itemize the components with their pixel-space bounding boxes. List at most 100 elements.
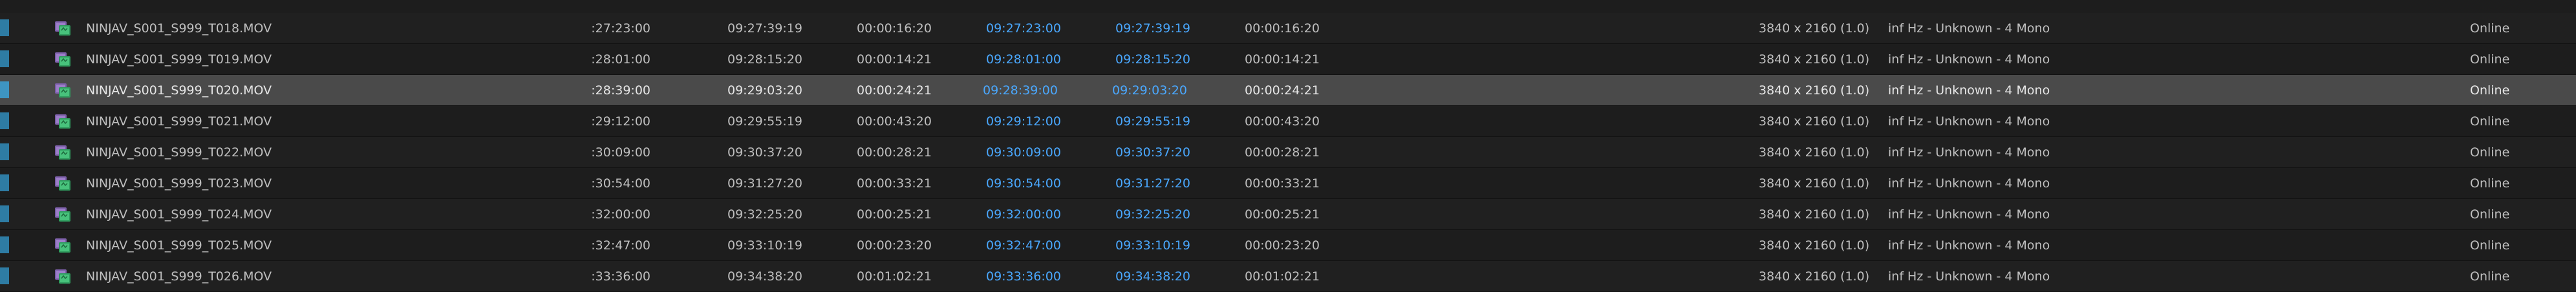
- video-info: 3840 x 2160 (1.0): [1759, 238, 1870, 253]
- video-audio-clip-icon: [55, 207, 70, 222]
- status: Online: [2470, 145, 2510, 160]
- clip-row-3[interactable]: NINJAV_S001_S999_T019.MOV 09:28:01:00 09…: [0, 44, 2576, 75]
- duration: 00:01:02:21: [1245, 269, 1320, 284]
- media-end-timecode: 09:33:10:19: [727, 238, 802, 253]
- media-start-timecode: 09:28:01:00: [591, 52, 650, 67]
- duration: 00:00:16:20: [1245, 21, 1320, 36]
- project-clip-list: NINJAV_S001_S999_T017.MOV 09:26:31:00 09…: [0, 0, 2576, 292]
- media-end-timecode: 09:28:15:20: [727, 52, 802, 67]
- out-point-timecode[interactable]: 09:32:25:20: [1115, 199, 1190, 230]
- video-info: 3840 x 2160 (1.0): [1759, 176, 1870, 191]
- audio-info: inf Hz - Unknown - 4 Mono: [1888, 269, 2050, 284]
- video-audio-clip-icon: [55, 176, 70, 191]
- clip-name: NINJAV_S001_S999_T021.MOV: [86, 114, 272, 129]
- label-color-swatch[interactable]: [0, 112, 9, 129]
- in-point-timecode[interactable]: 09:32:47:00: [986, 230, 1061, 261]
- video-info: 3840 x 2160 (1.0): [1759, 145, 1870, 160]
- media-duration: 00:01:02:21: [857, 269, 932, 284]
- video-audio-clip-icon: [55, 269, 70, 284]
- status: Online: [2470, 269, 2510, 284]
- out-point-timecode[interactable]: 09:31:27:20: [1115, 168, 1190, 199]
- video-audio-clip-icon: [55, 238, 70, 253]
- out-point-timecode[interactable]: 09:29:03:20: [1112, 75, 1187, 106]
- video-info: 3840 x 2160 (1.0): [1759, 269, 1870, 284]
- media-start-timecode: 09:32:00:00: [591, 207, 650, 222]
- out-point-timecode[interactable]: 09:34:38:20: [1115, 261, 1190, 292]
- video-audio-clip-icon: [55, 114, 70, 129]
- audio-info: inf Hz - Unknown - 4 Mono: [1888, 21, 2050, 36]
- status: Online: [2470, 176, 2510, 191]
- label-color-swatch[interactable]: [0, 267, 9, 284]
- clip-row-10[interactable]: NINJAV_S001_S999_T026.MOV 09:33:36:00 09…: [0, 261, 2576, 292]
- in-point-timecode[interactable]: 09:30:09:00: [986, 137, 1061, 168]
- audio-info: inf Hz - Unknown - 4 Mono: [1888, 207, 2050, 222]
- media-start-timecode: 09:30:54:00: [591, 176, 650, 191]
- media-end-timecode: 09:34:38:20: [727, 269, 802, 284]
- clip-name: NINJAV_S001_S999_T026.MOV: [86, 269, 272, 284]
- video-audio-clip-icon: [55, 21, 70, 36]
- duration: 00:00:33:21: [1245, 176, 1320, 191]
- in-point-timecode[interactable]: 09:29:12:00: [986, 106, 1061, 137]
- media-start-timecode: 09:33:36:00: [591, 269, 650, 284]
- clip-row-7[interactable]: NINJAV_S001_S999_T023.MOV 09:30:54:00 09…: [0, 168, 2576, 199]
- label-color-swatch[interactable]: [0, 81, 9, 98]
- out-point-timecode[interactable]: 09:28:15:20: [1115, 44, 1190, 75]
- clip-name: NINJAV_S001_S999_T023.MOV: [86, 176, 272, 191]
- status: Online: [2470, 83, 2510, 98]
- video-info: 3840 x 2160 (1.0): [1759, 114, 1870, 129]
- media-end-timecode: 09:30:37:20: [727, 145, 802, 160]
- in-point-timecode[interactable]: 09:27:23:00: [986, 13, 1061, 44]
- status: Online: [2470, 52, 2510, 67]
- clip-row-4[interactable]: NINJAV_S001_S999_T020.MOV 09:28:39:00 09…: [0, 75, 2576, 106]
- label-color-swatch[interactable]: [0, 236, 9, 253]
- label-color-swatch[interactable]: [0, 50, 9, 67]
- in-point-timecode[interactable]: 09:32:00:00: [986, 199, 1061, 230]
- media-duration: 00:00:23:20: [857, 238, 932, 253]
- status: Online: [2470, 238, 2510, 253]
- label-color-swatch[interactable]: [0, 143, 9, 160]
- audio-info: inf Hz - Unknown - 4 Mono: [1888, 176, 2050, 191]
- media-start-timecode: 09:32:47:00: [591, 238, 650, 253]
- media-duration: 00:00:24:21: [857, 83, 932, 98]
- media-end-timecode: 09:29:55:19: [727, 114, 802, 129]
- duration: 00:00:24:21: [1245, 83, 1320, 98]
- in-point-timecode[interactable]: 09:33:36:00: [986, 261, 1061, 292]
- video-info: 3840 x 2160 (1.0): [1759, 52, 1870, 67]
- out-point-timecode[interactable]: 09:27:39:19: [1115, 13, 1190, 44]
- video-info: 3840 x 2160 (1.0): [1759, 21, 1870, 36]
- media-duration: 00:00:25:21: [857, 207, 932, 222]
- media-duration: 00:00:43:20: [857, 114, 932, 129]
- audio-info: inf Hz - Unknown - 4 Mono: [1888, 52, 2050, 67]
- in-point-timecode[interactable]: 09:28:01:00: [986, 44, 1061, 75]
- label-color-swatch[interactable]: [0, 19, 9, 36]
- out-point-timecode[interactable]: 09:29:55:19: [1115, 106, 1190, 137]
- video-audio-clip-icon: [55, 83, 70, 98]
- media-start-timecode: 09:27:23:00: [591, 21, 650, 36]
- media-duration: 00:00:33:21: [857, 176, 932, 191]
- media-start-timecode: 09:28:39:00: [591, 83, 650, 98]
- out-point-timecode[interactable]: 09:30:37:20: [1115, 137, 1190, 168]
- clip-name: NINJAV_S001_S999_T022.MOV: [86, 145, 272, 160]
- media-end-timecode: 09:32:25:20: [727, 207, 802, 222]
- label-color-swatch[interactable]: [0, 205, 9, 222]
- media-end-timecode: 09:31:27:20: [727, 176, 802, 191]
- in-point-timecode[interactable]: 09:28:39:00: [983, 75, 1058, 106]
- in-point-timecode[interactable]: 09:30:54:00: [986, 168, 1061, 199]
- clip-row-6[interactable]: NINJAV_S001_S999_T022.MOV 09:30:09:00 09…: [0, 137, 2576, 168]
- label-color-swatch[interactable]: [0, 174, 9, 191]
- clip-name: NINJAV_S001_S999_T019.MOV: [86, 52, 272, 67]
- clip-row-8[interactable]: NINJAV_S001_S999_T024.MOV 09:32:00:00 09…: [0, 199, 2576, 230]
- clip-row-5[interactable]: NINJAV_S001_S999_T021.MOV 09:29:12:00 09…: [0, 106, 2576, 137]
- media-start-timecode: 09:30:09:00: [591, 145, 650, 160]
- media-duration: 00:00:16:20: [857, 21, 932, 36]
- clip-row-2[interactable]: NINJAV_S001_S999_T018.MOV 09:27:23:00 09…: [0, 13, 2576, 44]
- duration: 00:00:28:21: [1245, 145, 1320, 160]
- duration: 00:00:43:20: [1245, 114, 1320, 129]
- duration: 00:00:14:21: [1245, 52, 1320, 67]
- audio-info: inf Hz - Unknown - 4 Mono: [1888, 83, 2050, 98]
- clip-name: NINJAV_S001_S999_T025.MOV: [86, 238, 272, 253]
- out-point-timecode[interactable]: 09:33:10:19: [1115, 230, 1190, 261]
- media-end-timecode: 09:27:39:19: [727, 21, 802, 36]
- audio-info: inf Hz - Unknown - 4 Mono: [1888, 114, 2050, 129]
- clip-row-9[interactable]: NINJAV_S001_S999_T025.MOV 09:32:47:00 09…: [0, 230, 2576, 261]
